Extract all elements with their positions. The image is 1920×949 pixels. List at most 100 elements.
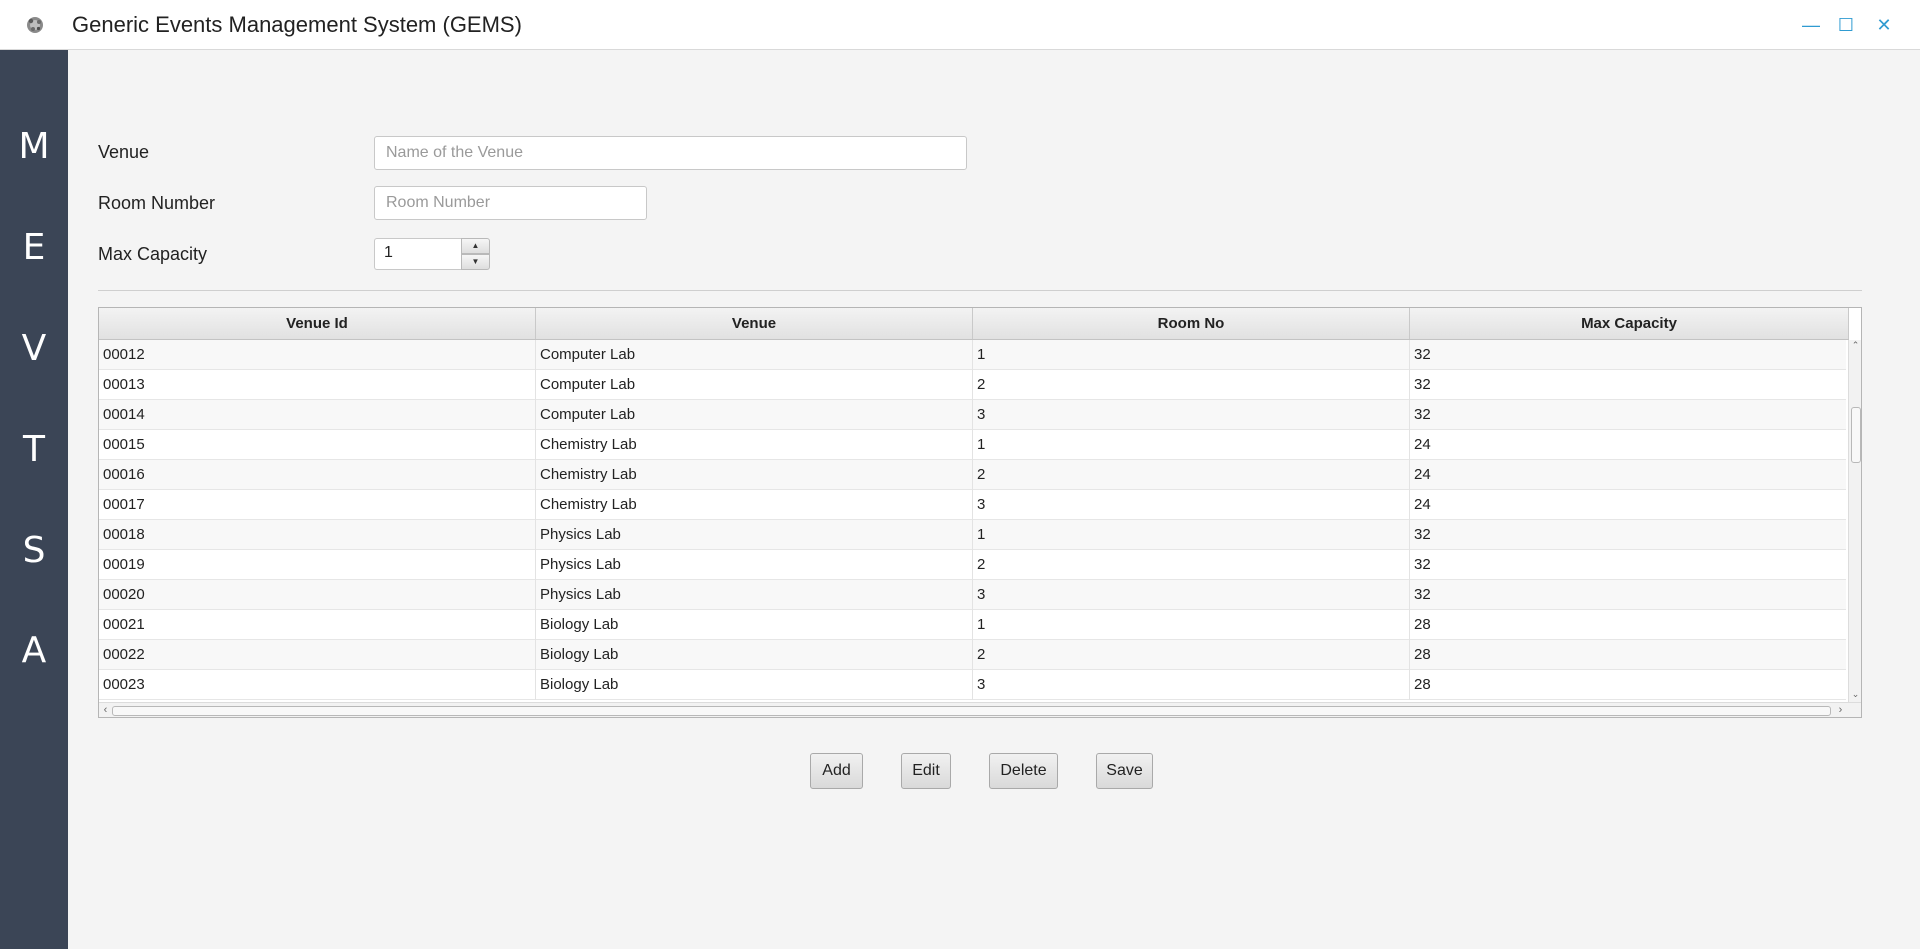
cell-venue-id: 00017: [99, 490, 536, 520]
cell-venue-id: 00023: [99, 670, 536, 700]
cell-venue: Physics Lab: [536, 520, 973, 550]
cell-max-capacity: 28: [1414, 676, 1431, 693]
table-row[interactable]: 00021 Biology Lab 1 28: [99, 610, 1846, 640]
cell-venue: Chemistry Lab: [536, 490, 973, 520]
cell-venue: Chemistry Lab: [536, 430, 973, 460]
cell-venue-id: 00018: [99, 520, 536, 550]
cell-venue: Biology Lab: [536, 640, 973, 670]
table-header: Venue Id Venue Room No Max Capacity: [99, 308, 1849, 340]
cell-room-no: 1: [973, 430, 1410, 460]
cell-venue-id: 00014: [99, 400, 536, 430]
edit-button[interactable]: Edit: [901, 753, 951, 789]
sidebar-item-t[interactable]: T: [0, 429, 68, 470]
horizontal-scrollbar[interactable]: ‹ ›: [99, 702, 1861, 717]
table-row[interactable]: 00020 Physics Lab 3 32: [99, 580, 1846, 610]
max-capacity-field[interactable]: 1: [374, 238, 462, 270]
table-row[interactable]: 00023 Biology Lab 3 28: [99, 670, 1846, 700]
close-button[interactable]: ✕: [1872, 13, 1896, 37]
cell-room-no: 2: [973, 370, 1410, 400]
cell-max-capacity: 32: [1414, 526, 1431, 543]
sidebar-item-e[interactable]: E: [0, 227, 68, 268]
table-row[interactable]: 00015 Chemistry Lab 1 24: [99, 430, 1846, 460]
save-button[interactable]: Save: [1096, 753, 1153, 789]
table-row[interactable]: 00012 Computer Lab 1 32: [99, 340, 1846, 370]
venue-table: Venue Id Venue Room No Max Capacity 0001…: [98, 307, 1862, 718]
scroll-left-arrow-icon[interactable]: ‹: [99, 703, 112, 717]
decrement-button[interactable]: ▼: [461, 254, 490, 270]
cell-max-capacity: 24: [1414, 436, 1431, 453]
cell-max-capacity: 32: [1414, 586, 1431, 603]
increment-button[interactable]: ▲: [461, 238, 490, 254]
cell-venue: Computer Lab: [536, 400, 973, 430]
cell-venue: Biology Lab: [536, 610, 973, 640]
cell-room-no: 3: [973, 580, 1410, 610]
cell-max-capacity: 32: [1414, 406, 1431, 423]
column-header-room-no[interactable]: Room No: [973, 308, 1410, 339]
cell-room-no: 2: [973, 550, 1410, 580]
delete-button[interactable]: Delete: [989, 753, 1058, 789]
cell-room-no: 1: [973, 520, 1410, 550]
cell-max-capacity: 28: [1414, 646, 1431, 663]
cell-venue-id: 00016: [99, 460, 536, 490]
cell-room-no: 3: [973, 670, 1410, 700]
cell-venue: Computer Lab: [536, 340, 973, 370]
divider: [98, 290, 1862, 291]
window-title: Generic Events Management System (GEMS): [72, 12, 522, 37]
cell-room-no: 2: [973, 460, 1410, 490]
cell-venue-id: 00020: [99, 580, 536, 610]
room-number-label: Room Number: [98, 193, 216, 213]
cell-venue-id: 00022: [99, 640, 536, 670]
column-header-venue[interactable]: Venue: [536, 308, 973, 339]
table-body: 00012 Computer Lab 1 32 00013 Computer Lab 2 32…: [99, 340, 1846, 700]
cell-max-capacity: 28: [1414, 616, 1431, 633]
table-row[interactable]: 00016 Chemistry Lab 2 24: [99, 460, 1846, 490]
cell-max-capacity: 32: [1414, 376, 1431, 393]
sidebar-item-s[interactable]: S: [0, 530, 68, 571]
chevron-down-icon: ▼: [471, 257, 480, 266]
max-capacity-spinner: 1 ▲ ▼: [374, 238, 491, 270]
column-header-venue-id[interactable]: Venue Id: [99, 308, 536, 339]
add-button[interactable]: Add: [810, 753, 863, 789]
sidebar-item-a[interactable]: A: [0, 630, 68, 671]
table-row[interactable]: 00022 Biology Lab 2 28: [99, 640, 1846, 670]
minimize-button[interactable]: —: [1799, 13, 1823, 37]
table-row[interactable]: 00019 Physics Lab 2 32: [99, 550, 1846, 580]
cell-max-capacity: 24: [1414, 466, 1431, 483]
cell-max-capacity: 24: [1414, 496, 1431, 513]
room-number-input[interactable]: [374, 186, 647, 220]
sidebar: M E V T S A: [0, 50, 68, 949]
column-header-max-capacity[interactable]: Max Capacity: [1410, 308, 1849, 339]
table-row[interactable]: 00018 Physics Lab 1 32: [99, 520, 1846, 550]
vertical-scroll-thumb[interactable]: [1851, 407, 1861, 463]
cell-room-no: 2: [973, 640, 1410, 670]
cell-room-no: 3: [973, 400, 1410, 430]
sidebar-item-v[interactable]: V: [0, 328, 68, 369]
maximize-button[interactable]: ☐: [1834, 13, 1858, 37]
table-row[interactable]: 00017 Chemistry Lab 3 24: [99, 490, 1846, 520]
table-row[interactable]: 00013 Computer Lab 2 32: [99, 370, 1846, 400]
scroll-down-arrow-icon[interactable]: ⌄: [1849, 689, 1861, 700]
sidebar-item-m[interactable]: M: [0, 126, 68, 167]
max-capacity-label: Max Capacity: [98, 244, 208, 264]
title-bar: Generic Events Management System (GEMS) …: [0, 0, 1920, 50]
venue-label: Venue: [98, 142, 150, 162]
vertical-scrollbar[interactable]: ⌃ ⌄: [1848, 340, 1861, 703]
cell-venue-id: 00013: [99, 370, 536, 400]
table-row[interactable]: 00014 Computer Lab 3 32: [99, 400, 1846, 430]
cell-venue-id: 00015: [99, 430, 536, 460]
horizontal-scroll-thumb[interactable]: [112, 706, 1831, 716]
app-logo-icon: [27, 17, 43, 33]
venue-input[interactable]: [374, 136, 967, 170]
cell-room-no: 1: [973, 340, 1410, 370]
cell-venue-id: 00012: [99, 340, 536, 370]
cell-venue: Chemistry Lab: [536, 460, 973, 490]
cell-room-no: 3: [973, 490, 1410, 520]
scroll-right-arrow-icon[interactable]: ›: [1834, 703, 1847, 717]
cell-venue: Physics Lab: [536, 550, 973, 580]
cell-venue: Biology Lab: [536, 670, 973, 700]
cell-room-no: 1: [973, 610, 1410, 640]
scroll-up-arrow-icon[interactable]: ⌃: [1849, 340, 1861, 351]
cell-venue-id: 00019: [99, 550, 536, 580]
cell-venue: Physics Lab: [536, 580, 973, 610]
cell-venue: Computer Lab: [536, 370, 973, 400]
